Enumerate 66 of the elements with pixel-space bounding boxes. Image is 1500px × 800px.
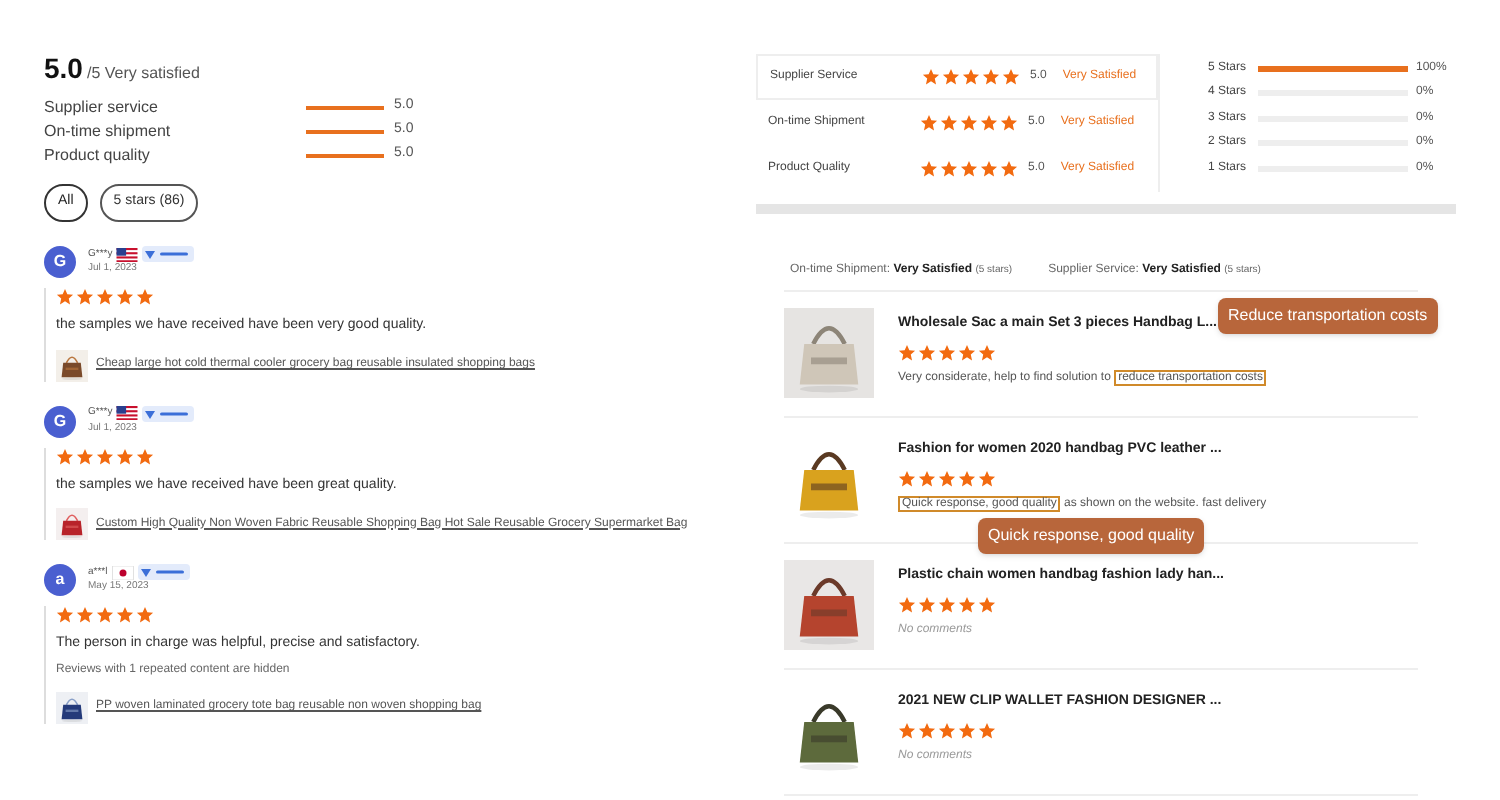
star-icon bbox=[136, 447, 154, 465]
star-icon bbox=[962, 68, 980, 86]
star-icon bbox=[96, 606, 114, 624]
star-icon bbox=[898, 469, 916, 487]
avatar: a bbox=[44, 564, 76, 596]
flag-icon bbox=[116, 247, 139, 262]
star-icon bbox=[978, 721, 996, 739]
star-icon bbox=[922, 68, 940, 86]
star-icon bbox=[958, 721, 976, 739]
star-icon bbox=[76, 288, 94, 306]
star-icon bbox=[76, 447, 94, 465]
flag-icon bbox=[111, 565, 134, 580]
score-caption: /5 Very satisfied bbox=[86, 62, 200, 86]
star-icon bbox=[938, 721, 956, 739]
star-icon bbox=[958, 343, 976, 361]
star-icon bbox=[960, 114, 978, 132]
avatar: G bbox=[44, 246, 76, 278]
avatar: G bbox=[44, 405, 76, 437]
star-icon bbox=[982, 68, 1000, 86]
star-icon bbox=[958, 595, 976, 613]
star-icon bbox=[978, 595, 996, 613]
star-icon bbox=[1000, 160, 1018, 178]
flag-icon bbox=[116, 406, 139, 421]
star-icon bbox=[958, 469, 976, 487]
star-icon bbox=[1002, 68, 1020, 86]
star-icon bbox=[96, 288, 114, 306]
star-icon bbox=[96, 447, 114, 465]
star-icon bbox=[978, 343, 996, 361]
callout-label: Reduce transportation costs bbox=[1218, 298, 1438, 334]
star-icon bbox=[116, 606, 134, 624]
star-icon bbox=[898, 721, 916, 739]
star-icon bbox=[960, 160, 978, 178]
rating-label: On-time shipment bbox=[44, 119, 173, 143]
premium-badge-icon bbox=[142, 246, 195, 263]
star-icon bbox=[116, 288, 134, 306]
star-icon bbox=[980, 160, 998, 178]
star-icon bbox=[1000, 114, 1018, 132]
star-icon bbox=[920, 160, 938, 178]
star-icon bbox=[56, 288, 74, 306]
star-icon bbox=[918, 595, 936, 613]
star-icon bbox=[938, 343, 956, 361]
star-icon bbox=[898, 595, 916, 613]
star-icon bbox=[136, 606, 154, 624]
rating-label: Product quality bbox=[44, 143, 152, 167]
star-icon bbox=[918, 343, 936, 361]
star-icon bbox=[918, 721, 936, 739]
star-icon bbox=[136, 288, 154, 306]
star-icon bbox=[938, 595, 956, 613]
overall-score: 5.0 bbox=[44, 50, 83, 88]
star-icon bbox=[56, 447, 74, 465]
star-icon bbox=[942, 68, 960, 86]
premium-badge-icon bbox=[142, 405, 195, 422]
callout-label: Quick response, good quality bbox=[978, 518, 1205, 554]
premium-badge-icon bbox=[137, 564, 190, 581]
star-icon bbox=[938, 469, 956, 487]
star-icon bbox=[898, 343, 916, 361]
star-icon bbox=[940, 114, 958, 132]
star-icon bbox=[918, 469, 936, 487]
star-icon bbox=[980, 114, 998, 132]
star-icon bbox=[56, 606, 74, 624]
star-icon bbox=[920, 114, 938, 132]
star-icon bbox=[116, 447, 134, 465]
star-icon bbox=[978, 469, 996, 487]
rating-label: Supplier service bbox=[44, 95, 160, 119]
star-icon bbox=[940, 160, 958, 178]
star-icon bbox=[76, 606, 94, 624]
